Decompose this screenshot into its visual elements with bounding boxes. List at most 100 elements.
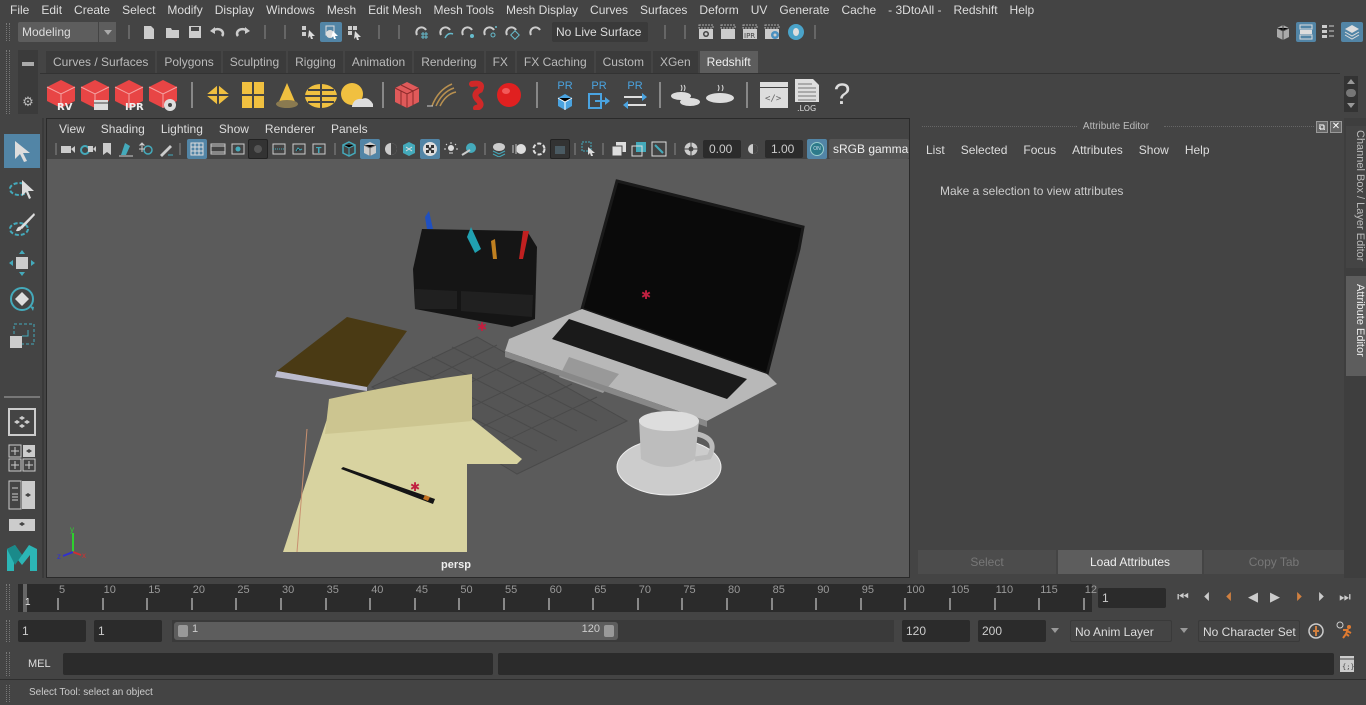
new-scene-icon[interactable] [140,23,158,41]
playback-end-field[interactable]: 120 [902,620,970,642]
range-max-handle[interactable] [604,625,614,637]
shelf-tab-animation[interactable]: Animation [344,51,413,73]
grid-toggle-icon[interactable] [187,139,207,159]
redshift-proxy-icon[interactable] [392,78,422,112]
undo-icon[interactable] [208,23,228,41]
render-settings-icon[interactable] [763,23,781,41]
shelf-tabs-toggle-icon[interactable] [22,62,34,66]
hypershade-icon[interactable] [786,22,806,42]
isolate-select-icon[interactable] [580,140,598,158]
maya-logo-icon[interactable] [4,542,40,574]
redshift-render-settings-icon[interactable] [147,78,179,112]
redshift-hair-icon[interactable] [424,78,458,112]
field-chart-icon[interactable] [270,140,288,158]
gamma-field[interactable]: 1.00 [765,140,803,158]
menu-help[interactable]: Help [1004,0,1041,20]
viewport-menu-shading[interactable]: Shading [93,122,153,136]
ipr-render-icon[interactable]: IPR [741,23,759,41]
step-back-key-button[interactable]: ⏴ [1220,588,1238,606]
play-forwards-button[interactable]: ▶ [1266,588,1284,606]
shelf-tab-curves-surfaces[interactable]: Curves / Surfaces [46,51,156,73]
shelf-tab-rigging[interactable]: Rigging [288,51,343,73]
command-input[interactable] [63,653,493,675]
menuset-dropdown[interactable]: Modeling [18,22,116,42]
save-scene-icon[interactable] [186,23,204,41]
viewport-menu-show[interactable]: Show [211,122,257,136]
redshift-volume-icon[interactable] [460,78,490,112]
render-view-icon[interactable] [697,23,715,41]
viewport-menu-view[interactable]: View [51,122,93,136]
paint-select-tool-icon[interactable] [4,208,40,242]
scroll-down-icon[interactable] [1347,103,1355,108]
safe-title-icon[interactable]: T [310,140,328,158]
redshift-ipr-icon[interactable]: IPR [113,78,145,112]
tab-channel-box[interactable]: Channel Box / Layer Editor [1346,126,1366,268]
redshift-sun-sky-icon[interactable] [338,78,374,112]
command-line-grip[interactable] [6,652,10,676]
play-backwards-button[interactable]: ◀ [1244,588,1262,606]
redo-icon[interactable] [232,23,252,41]
gate-mask-icon[interactable] [248,139,268,159]
xray-active-components-icon[interactable] [630,140,648,158]
film-gate-icon[interactable] [209,140,227,158]
menu-uv[interactable]: UV [745,0,774,20]
make-live-icon[interactable] [502,22,522,42]
shelf-tab-sculpting[interactable]: Sculpting [222,51,287,73]
shelf-tab-fx[interactable]: FX [485,51,515,73]
scroll-thumb[interactable] [1346,89,1356,97]
single-perspective-layout-icon[interactable] [8,408,36,436]
close-panel-icon[interactable]: ✕ [1330,121,1342,133]
persp-graph-layout-icon[interactable] [8,518,36,532]
gamma-icon[interactable] [745,140,761,158]
menu-redshift[interactable]: Redshift [948,0,1004,20]
redshift-sphere-icon[interactable] [492,78,526,112]
float-panel-icon[interactable]: ⧉ [1316,121,1328,133]
two-d-pan-zoom-icon[interactable] [137,140,155,158]
toolbar-grip[interactable] [6,23,10,41]
menu-curves[interactable]: Curves [584,0,634,20]
anim-layer-dropdown[interactable]: No Anim Layer [1070,620,1172,642]
ae-menu-show[interactable]: Show [1131,142,1177,158]
channel-box-toggle-icon[interactable] [1341,22,1363,42]
lasso-tool-icon[interactable] [4,172,40,206]
menu-modify[interactable]: Modify [161,0,208,20]
snap-to-grid-icon[interactable] [412,22,432,42]
redshift-pr-sync-icon[interactable]: PR [618,76,652,114]
redshift-script-editor-icon[interactable]: </> [758,78,790,112]
select-tool-icon[interactable] [4,134,40,168]
shelf-tab-fx-caching[interactable]: FX Caching [516,51,594,73]
redshift-bake-icon[interactable] [704,78,736,112]
snap-to-view-plane-icon[interactable] [480,22,500,42]
copy-tab-button[interactable]: Copy Tab [1204,550,1344,574]
range-slider-track[interactable]: 1 120 [172,620,894,642]
menu-windows[interactable]: Windows [260,0,321,20]
depth-of-field-icon[interactable] [550,139,570,159]
color-space-dropdown[interactable]: sRGB gamma [829,139,909,159]
textured-icon[interactable] [420,139,440,159]
menu-mesh[interactable]: Mesh [321,0,362,20]
script-editor-icon[interactable]: {;} [1338,654,1356,674]
redshift-pr-export-icon[interactable]: PR [584,76,614,114]
color-management-toggle[interactable]: ON [807,139,827,159]
load-attributes-button[interactable]: Load Attributes [1058,550,1202,574]
menu-cache[interactable]: Cache [835,0,882,20]
timeline[interactable]: 1 5 10 15 20 25 30 35 40 45 50 55 60 65 70 75 80 85 90 95 1… [18,584,1097,612]
snap-to-curve-icon[interactable] [436,22,456,42]
shelf-grip[interactable] [6,50,10,114]
redshift-rect-light-icon[interactable] [202,78,234,112]
render-current-frame-icon[interactable] [719,23,737,41]
redshift-batch-render-icon[interactable] [79,78,111,112]
viewport-menu-lighting[interactable]: Lighting [153,122,211,136]
redshift-portal-light-icon[interactable] [237,78,269,112]
time-slider-grip[interactable] [6,584,10,610]
viewport-menu-renderer[interactable]: Renderer [257,122,323,136]
redshift-dome-light-icon[interactable] [304,78,338,112]
live-surface-field[interactable]: No Live Surface [552,22,648,42]
select-by-object-icon[interactable] [320,22,342,42]
range-slider-handle[interactable]: 1 120 [174,622,618,640]
shelf-tab-polygons[interactable]: Polygons [157,51,221,73]
viewport-menu-panels[interactable]: Panels [323,122,376,136]
redshift-ies-light-icon[interactable] [271,78,303,112]
title-grip-right[interactable] [1164,126,1314,127]
menu-display[interactable]: Display [209,0,260,20]
